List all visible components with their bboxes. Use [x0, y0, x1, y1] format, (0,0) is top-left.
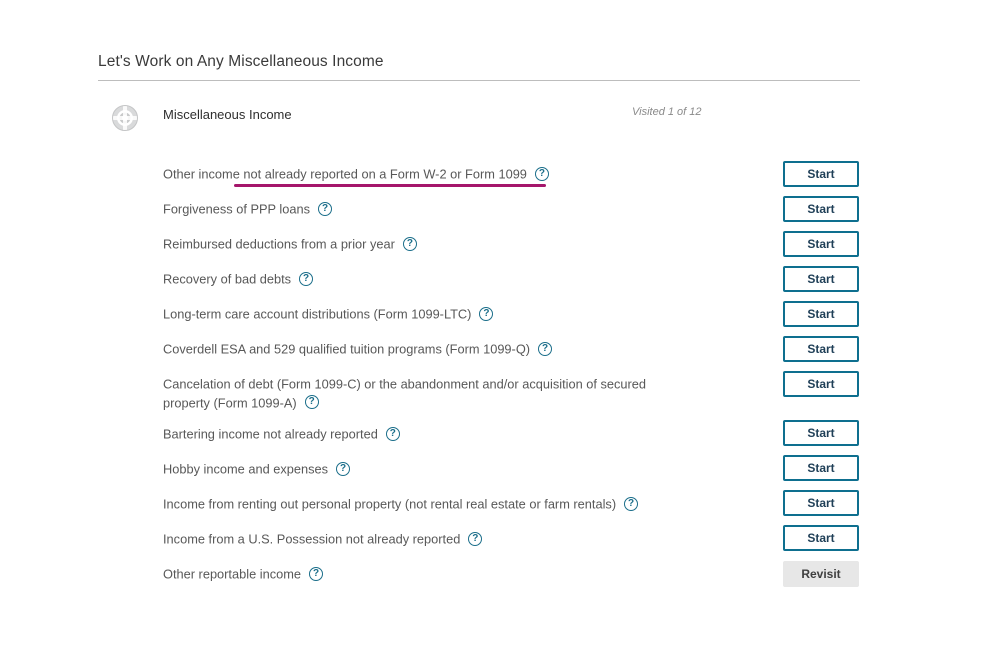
help-icon[interactable]: ? [624, 496, 639, 511]
list-item-reimbursed-deductions: Reimbursed deductions from a prior year? [163, 235, 763, 254]
help-icon[interactable]: ? [538, 341, 553, 356]
start-button-us-possession[interactable]: Start [783, 525, 859, 551]
section-title: Miscellaneous Income [163, 107, 292, 122]
list-item-coverdell-529: Coverdell ESA and 529 qualified tuition … [163, 340, 763, 359]
help-icon[interactable]: ? [479, 306, 494, 321]
list-item-renting-personal-property: Income from renting out personal propert… [163, 495, 763, 514]
list-item-label: Coverdell ESA and 529 qualified tuition … [163, 341, 531, 357]
list-item-label: Reimbursed deductions from a prior year [163, 236, 395, 252]
list-item-cancelation-of-debt: Cancelation of debt (Form 1099-C) or the… [163, 375, 653, 412]
list-item-label: Bartering income not already reported [163, 426, 378, 442]
start-button-long-term-care[interactable]: Start [783, 301, 859, 327]
list-item-label: Other reportable income [163, 566, 301, 582]
help-icon[interactable]: ? [385, 426, 400, 441]
list-item-label: Income from renting out personal propert… [163, 496, 617, 512]
list-item-other-income: Other income not already reported on a F… [163, 165, 763, 184]
revisit-button-other-reportable-income[interactable]: Revisit [783, 561, 859, 587]
help-icon[interactable]: ? [468, 531, 483, 546]
title-divider [98, 80, 860, 81]
start-button-hobby-income[interactable]: Start [783, 455, 859, 481]
list-item-bartering: Bartering income not already reported? [163, 425, 763, 444]
help-icon[interactable]: ? [336, 461, 351, 476]
annotation-underline [234, 184, 546, 187]
list-item-long-term-care: Long-term care account distributions (Fo… [163, 305, 763, 324]
list-item-label: Hobby income and expenses [163, 461, 329, 477]
help-icon[interactable]: ? [299, 271, 314, 286]
lifebuoy-icon [112, 105, 138, 131]
list-item-bad-debts: Recovery of bad debts? [163, 270, 763, 289]
start-button-other-income[interactable]: Start [783, 161, 859, 187]
list-item-label: Forgiveness of PPP loans [163, 201, 311, 217]
help-icon[interactable]: ? [402, 236, 417, 251]
start-button-bartering[interactable]: Start [783, 420, 859, 446]
help-icon[interactable]: ? [304, 395, 319, 410]
start-button-renting-personal-property[interactable]: Start [783, 490, 859, 516]
start-button-cancelation-of-debt[interactable]: Start [783, 371, 859, 397]
list-item-label: Cancelation of debt (Form 1099-C) or the… [163, 376, 647, 411]
help-icon[interactable]: ? [318, 201, 333, 216]
start-button-ppp-loans[interactable]: Start [783, 196, 859, 222]
list-item-other-reportable-income: Other reportable income? [163, 565, 763, 584]
list-item-hobby-income: Hobby income and expenses? [163, 460, 763, 479]
start-button-reimbursed-deductions[interactable]: Start [783, 231, 859, 257]
visited-count: Visited 1 of 12 [632, 106, 702, 118]
list-item-label: Other income not already reported on a F… [163, 166, 527, 182]
help-icon[interactable]: ? [534, 166, 549, 181]
list-item-ppp-loans: Forgiveness of PPP loans? [163, 200, 763, 219]
list-item-label: Income from a U.S. Possession not alread… [163, 531, 461, 547]
list-item-us-possession: Income from a U.S. Possession not alread… [163, 530, 763, 549]
list-item-label: Recovery of bad debts [163, 271, 292, 287]
list-item-label: Long-term care account distributions (Fo… [163, 306, 472, 322]
start-button-bad-debts[interactable]: Start [783, 266, 859, 292]
page-title: Let's Work on Any Miscellaneous Income [98, 53, 384, 70]
help-icon[interactable]: ? [309, 566, 323, 581]
start-button-coverdell-529[interactable]: Start [783, 336, 859, 362]
